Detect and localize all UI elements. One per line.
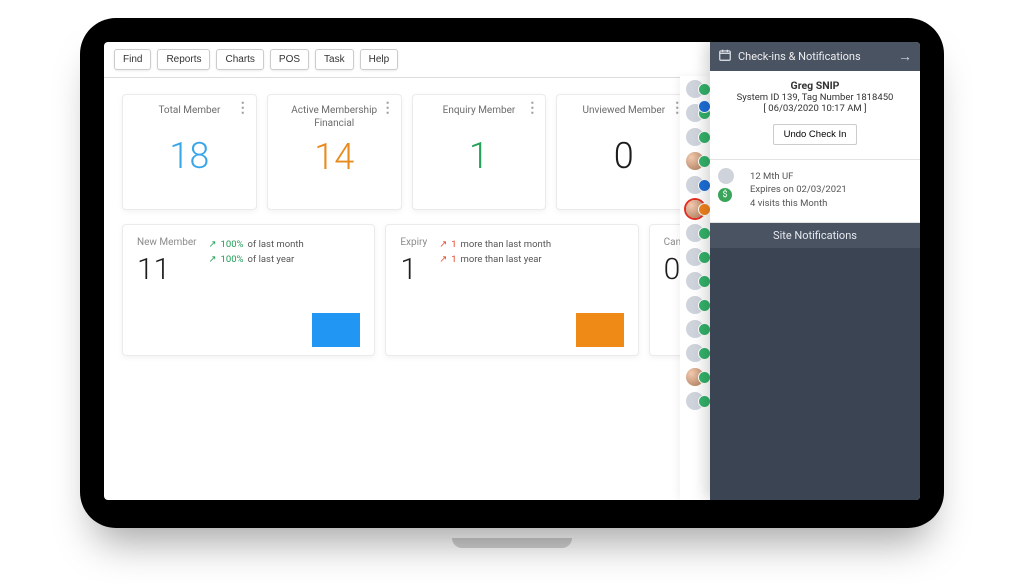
- stat-card: ⋮ Enquiry Member 1: [412, 94, 547, 210]
- membership-plan: 12 Mth UF: [750, 170, 914, 183]
- menu-pos[interactable]: POS: [270, 49, 309, 70]
- summary-trends: ↗ 1 more than last month↗ 1 more than la…: [439, 239, 551, 347]
- summary-bar: [576, 313, 624, 347]
- menu-find[interactable]: Find: [114, 49, 151, 70]
- stat-value: 14: [314, 136, 354, 178]
- menu-help[interactable]: Help: [360, 49, 399, 70]
- panel-collapse-icon[interactable]: →: [898, 48, 912, 65]
- stat-label: Enquiry Member: [443, 105, 516, 129]
- stat-label: Active Membership Financial: [280, 105, 389, 130]
- summary-title: New Member: [137, 237, 197, 248]
- summary-title: Expiry: [400, 237, 427, 248]
- checkins-panel-title: Check-ins & Notifications: [738, 50, 861, 63]
- menu-charts[interactable]: Charts: [216, 49, 263, 70]
- summary-card: Expiry 1 ↗ 1 more than last month↗ 1 more …: [385, 224, 638, 356]
- stat-label: Total Member: [158, 105, 220, 129]
- rail-avatar-item[interactable]: [686, 272, 704, 290]
- rail-avatar-item[interactable]: [686, 248, 704, 266]
- site-notifications-body: [710, 248, 920, 500]
- checkin-avatar-rail: [680, 76, 710, 500]
- membership-expiry: Expires on 02/03/2021: [750, 183, 914, 196]
- site-notifications-header: Site Notifications: [710, 223, 920, 248]
- rail-avatar-item[interactable]: [686, 152, 704, 170]
- undo-checkin-button[interactable]: Undo Check In: [773, 124, 858, 145]
- rail-avatar-item[interactable]: [686, 128, 704, 146]
- checkin-detail: Greg SNIP System ID 139, Tag Number 1818…: [710, 71, 920, 160]
- stat-card: ⋮ Total Member 18: [122, 94, 257, 210]
- menu-reports[interactable]: Reports: [157, 49, 210, 70]
- stat-label: Unviewed Member: [582, 105, 665, 129]
- rail-avatar-item[interactable]: [686, 320, 704, 338]
- checkins-panel-header: Check-ins & Notifications →: [710, 42, 920, 71]
- rail-avatar-item[interactable]: [686, 344, 704, 362]
- checkin-member-name: Greg SNIP: [791, 79, 840, 92]
- rail-avatar-item[interactable]: [686, 176, 704, 194]
- membership-avatar: [718, 168, 734, 184]
- summary-trends: ↗ 100% of last month↗ 100% of last year: [209, 239, 304, 347]
- stat-value: 1: [469, 135, 489, 177]
- rail-avatar-item[interactable]: [686, 392, 704, 410]
- membership-visits: 4 visits this Month: [750, 197, 914, 210]
- kebab-icon[interactable]: ⋮: [381, 101, 395, 115]
- calendar-icon: [718, 48, 732, 65]
- rail-avatar-item[interactable]: [686, 80, 704, 98]
- stat-value: 0: [614, 135, 634, 177]
- dollar-icon: $: [718, 188, 732, 202]
- summary-bar: [312, 313, 360, 347]
- rail-avatar-item[interactable]: [686, 224, 704, 242]
- checkin-timestamp: [ 06/03/2020 10:17 AM ]: [763, 103, 866, 114]
- summary-card: New Member 11 ↗ 100% of last month↗ 100% o…: [122, 224, 375, 356]
- summary-value: 1: [400, 252, 427, 287]
- checkins-panel: Check-ins & Notifications → Greg SNIP Sy…: [710, 42, 920, 500]
- stat-value: 18: [169, 135, 209, 177]
- summary-value: 11: [137, 252, 197, 287]
- checkin-system-line: System ID 139, Tag Number 1818450: [737, 92, 894, 103]
- menu-task[interactable]: Task: [315, 49, 354, 70]
- kebab-icon[interactable]: ⋮: [236, 101, 250, 115]
- kebab-icon[interactable]: ⋮: [525, 101, 539, 115]
- stat-card: ⋮Unviewed Member0: [556, 94, 691, 210]
- rail-avatar-item[interactable]: [686, 200, 704, 218]
- stat-card: ⋮Active Membership Financial 14: [267, 94, 402, 210]
- rail-avatar-item[interactable]: [686, 104, 704, 122]
- rail-avatar-item[interactable]: [686, 368, 704, 386]
- membership-block: $ 12 Mth UF Expires on 02/03/2021 4 visi…: [710, 160, 920, 223]
- rail-avatar-item[interactable]: [686, 296, 704, 314]
